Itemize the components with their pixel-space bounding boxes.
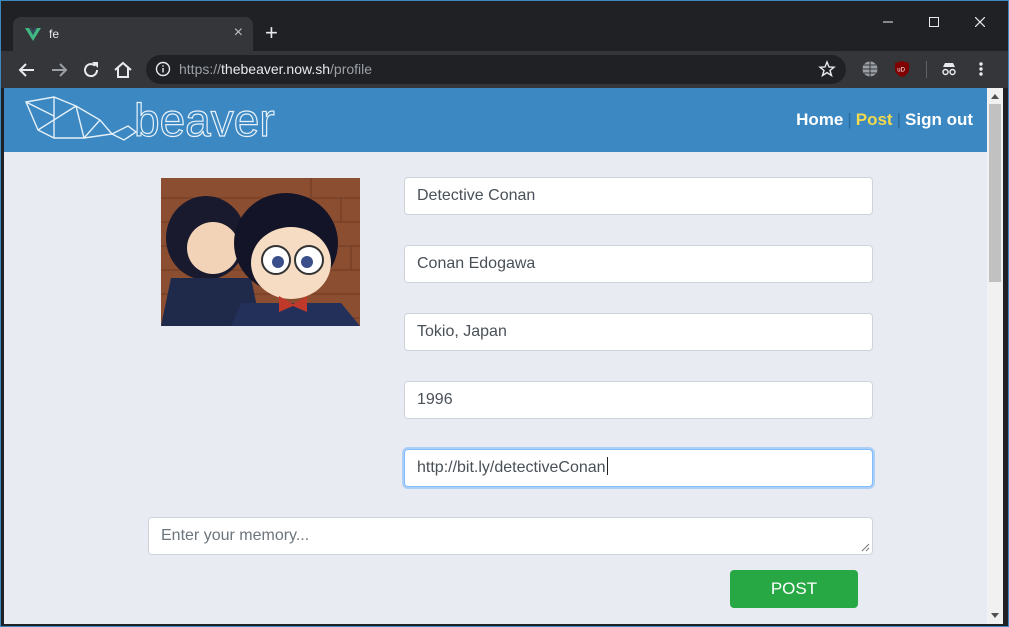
location-field[interactable]: Tokio, Japan bbox=[404, 313, 873, 351]
link-field[interactable]: http://bit.ly/detectiveConan bbox=[404, 449, 873, 487]
tab-strip: fe × + bbox=[1, 1, 1008, 51]
bookmark-star-icon[interactable] bbox=[818, 60, 836, 78]
forward-arrow-icon[interactable] bbox=[48, 59, 70, 81]
tab-title: fe bbox=[49, 27, 60, 41]
title-field[interactable]: Detective Conan bbox=[404, 177, 873, 215]
page-viewport: beaver Home | Post | Sign out Detective … bbox=[4, 88, 987, 624]
tab-close-icon[interactable]: × bbox=[234, 24, 243, 42]
nav-separator: | bbox=[847, 110, 852, 129]
maximize-button[interactable] bbox=[911, 9, 957, 37]
url-text[interactable]: https://thebeaver.now.sh/profile bbox=[179, 61, 372, 77]
browser-window: fe × + https://thebeaver.now.sh/profile … bbox=[0, 0, 1009, 627]
close-icon bbox=[974, 16, 986, 28]
url-scheme: https:// bbox=[179, 61, 222, 77]
beaver-logo-icon bbox=[25, 96, 138, 141]
post-button[interactable]: POST bbox=[730, 570, 858, 608]
menu-dots-icon[interactable] bbox=[973, 60, 989, 78]
logo-text: beaver bbox=[134, 94, 275, 146]
browser-toolbar: https://thebeaver.now.sh/profile uD bbox=[1, 51, 1008, 88]
avatar bbox=[161, 178, 360, 326]
url-host: thebeaver.now.sh bbox=[221, 61, 331, 77]
window-frame bbox=[1003, 88, 1008, 624]
name-field[interactable]: Conan Edogawa bbox=[404, 245, 873, 283]
link-field-value: http://bit.ly/detectiveConan bbox=[417, 459, 606, 476]
info-icon[interactable] bbox=[155, 61, 171, 77]
minimize-icon bbox=[883, 21, 893, 23]
site-header: beaver Home | Post | Sign out bbox=[4, 88, 987, 152]
tab-active[interactable]: fe × bbox=[13, 17, 253, 51]
year-field[interactable]: 1996 bbox=[404, 381, 873, 419]
minimize-button[interactable] bbox=[865, 9, 911, 37]
main-nav: Home | Post | Sign out bbox=[796, 110, 973, 130]
nav-separator: | bbox=[896, 110, 902, 129]
back-arrow-icon[interactable] bbox=[16, 59, 38, 81]
globe-icon[interactable] bbox=[861, 60, 879, 78]
toolbar-divider bbox=[926, 61, 927, 78]
scroll-thumb[interactable] bbox=[989, 104, 1001, 282]
text-caret bbox=[606, 457, 608, 475]
memory-placeholder: Enter your memory... bbox=[161, 527, 310, 544]
url-path: /profile bbox=[330, 61, 373, 77]
ublock-icon[interactable]: uD bbox=[893, 60, 911, 78]
nav-post[interactable]: Post bbox=[856, 110, 893, 129]
svg-text:uD: uD bbox=[897, 68, 905, 74]
nav-home[interactable]: Home bbox=[796, 110, 843, 129]
reload-icon[interactable] bbox=[80, 59, 102, 81]
home-icon[interactable] bbox=[112, 59, 134, 81]
scroll-up-icon[interactable] bbox=[991, 94, 999, 99]
scrollbar[interactable] bbox=[987, 88, 1003, 624]
scroll-down-icon[interactable] bbox=[991, 613, 999, 618]
new-tab-button[interactable]: + bbox=[265, 22, 278, 44]
maximize-icon bbox=[929, 17, 939, 27]
beaver-logo[interactable]: beaver bbox=[24, 94, 324, 146]
resize-grip-icon[interactable] bbox=[861, 543, 870, 552]
address-bar[interactable]: https://thebeaver.now.sh/profile bbox=[146, 55, 846, 84]
close-window-button[interactable] bbox=[957, 9, 1003, 37]
incognito-icon[interactable] bbox=[940, 60, 958, 78]
nav-sign-out[interactable]: Sign out bbox=[905, 110, 973, 129]
vue-logo-icon bbox=[25, 28, 41, 41]
memory-textarea[interactable]: Enter your memory... bbox=[148, 517, 873, 555]
